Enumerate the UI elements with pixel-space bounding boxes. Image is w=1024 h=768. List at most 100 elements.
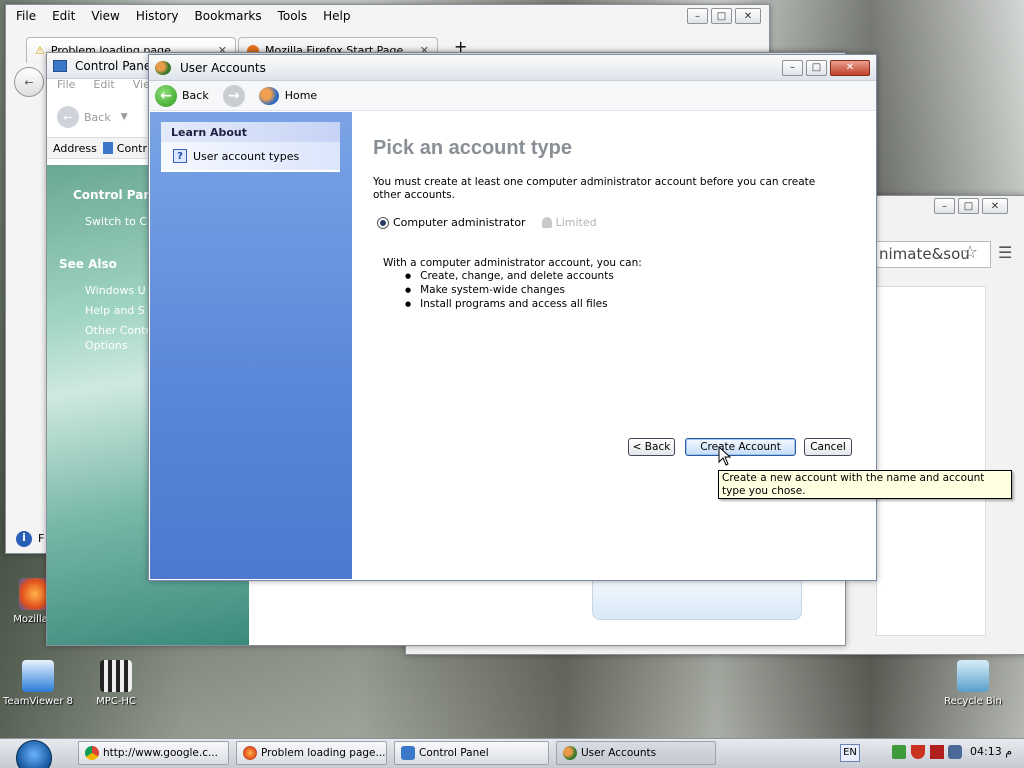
see-also-windows-update[interactable]: Windows U <box>85 284 146 297</box>
control-panel-icon <box>401 746 415 760</box>
capabilities-list: Create, change, and delete accounts Make… <box>405 270 614 312</box>
instruction-text: You must create at least one computer ad… <box>373 176 816 201</box>
control-panel-icon <box>53 59 67 72</box>
recycle-bin-icon <box>957 660 989 692</box>
ua-nav-bar: ← Back → Home <box>149 81 876 111</box>
user-accounts-window: User Accounts – □ ✕ ← Back → Home Learn … <box>148 54 877 581</box>
learn-about-heading: Learn About <box>161 122 340 142</box>
firefox-back-button[interactable]: ← <box>14 67 44 97</box>
cancel-button[interactable]: Cancel <box>804 438 852 456</box>
cp-back-button[interactable]: ← Back ▼ <box>57 106 128 128</box>
maximize-button[interactable]: □ <box>958 198 979 214</box>
language-indicator[interactable]: EN <box>840 744 860 762</box>
firefox-menubar: File Edit View History Bookmarks Tools H… <box>6 5 769 27</box>
radio-label-administrator[interactable]: Computer administrator <box>393 216 526 229</box>
minimize-button[interactable]: – <box>934 198 955 214</box>
ua-home-button[interactable]: Home <box>258 86 318 105</box>
help-icon: ? <box>173 149 187 163</box>
mouse-cursor-icon <box>718 446 732 466</box>
desktop-icon-teamviewer[interactable]: TeamViewer 8 <box>3 660 73 707</box>
back-arrow-icon: ← <box>155 84 177 107</box>
create-account-button[interactable]: Create Account <box>685 438 796 456</box>
volume-icon[interactable] <box>948 745 962 759</box>
taskbar-item-control-panel[interactable]: Control Panel <box>394 741 549 765</box>
ua-left-pane: Learn About ? User account types <box>150 112 352 579</box>
desktop-icon-label: Recycle Bin <box>944 696 1002 707</box>
limited-user-icon <box>541 217 552 228</box>
close-button[interactable]: ✕ <box>735 8 761 24</box>
minimize-button[interactable]: – <box>782 59 803 76</box>
user-accounts-icon <box>155 60 171 75</box>
menu-help[interactable]: Help <box>323 9 350 23</box>
address-label: Address <box>53 141 97 155</box>
menu-edit[interactable]: Edit <box>93 78 114 91</box>
chrome-menu-icon[interactable]: ☰ <box>998 243 1012 262</box>
chrome-page-area <box>876 286 986 636</box>
radio-computer-administrator[interactable] <box>377 216 389 229</box>
account-type-options: Computer administrator Limited <box>377 216 597 229</box>
language-label: EN <box>843 747 857 758</box>
switch-view-link[interactable]: Switch to Cl <box>85 215 150 228</box>
see-also-options[interactable]: Options <box>85 339 127 352</box>
home-label: Home <box>284 89 318 102</box>
maximize-button[interactable]: □ <box>806 59 827 76</box>
page-title: Pick an account type <box>373 137 572 159</box>
shield-icon[interactable] <box>911 745 925 759</box>
taskbar-item-label: Control Panel <box>419 747 489 759</box>
taskbar-item-label: http://www.google.c... <box>103 747 218 759</box>
ua-back-button[interactable]: ← Back <box>155 84 209 107</box>
start-button[interactable] <box>16 740 52 768</box>
capabilities-intro: With a computer administrator account, y… <box>383 257 642 269</box>
chevron-down-icon[interactable]: ▼ <box>121 112 128 122</box>
learn-about-item[interactable]: ? User account types <box>161 142 340 170</box>
close-button[interactable]: ✕ <box>830 59 870 76</box>
firefox-window-controls: – □ ✕ <box>684 8 761 24</box>
list-item: Make system-wide changes <box>405 284 614 298</box>
desktop-icon-mpc-hc[interactable]: MPC-HC <box>81 660 151 707</box>
see-also-heading: See Also <box>59 257 117 271</box>
address-value[interactable]: Contr <box>117 142 147 155</box>
back-label: Back <box>182 89 209 102</box>
radio-label-limited: Limited <box>555 216 597 229</box>
menu-history[interactable]: History <box>136 9 179 23</box>
maximize-button[interactable]: □ <box>711 8 732 24</box>
warning-icon: ⚠ <box>35 44 45 57</box>
user-accounts-icon <box>563 746 577 760</box>
firefox-icon <box>243 746 257 760</box>
url-fragment: nimate&sou <box>879 245 970 263</box>
taskbar-item-chrome[interactable]: http://www.google.c... <box>78 741 229 765</box>
list-item: Create, change, and delete accounts <box>405 270 614 284</box>
menu-file[interactable]: File <box>16 9 36 23</box>
window-title: User Accounts <box>180 60 266 75</box>
back-label: Back <box>84 110 111 124</box>
bookmark-star-icon[interactable]: ☆ <box>962 242 978 263</box>
info-icon: i <box>16 531 32 547</box>
teamviewer-icon <box>22 660 54 692</box>
network-icon[interactable] <box>892 745 906 759</box>
menu-edit[interactable]: Edit <box>52 9 75 23</box>
close-button[interactable]: ✕ <box>982 198 1008 214</box>
see-also-help[interactable]: Help and S <box>85 304 145 317</box>
chrome-icon <box>85 746 99 760</box>
mpc-hc-icon <box>100 660 132 692</box>
taskbar-item-label: User Accounts <box>581 747 657 759</box>
tray-app-icon[interactable] <box>930 745 944 759</box>
chrome-window-controls: – □ ✕ <box>931 198 1008 214</box>
minimize-button[interactable]: – <box>687 8 708 24</box>
desktop-icon-recycle-bin[interactable]: Recycle Bin <box>938 660 1008 707</box>
learn-about-item-label: User account types <box>193 149 300 163</box>
menu-bookmarks[interactable]: Bookmarks <box>195 9 262 23</box>
taskbar-item-firefox[interactable]: Problem loading page... <box>236 741 387 765</box>
see-also-other[interactable]: Other Contr <box>85 324 150 337</box>
menu-view[interactable]: View <box>91 9 119 23</box>
forward-arrow-icon[interactable]: → <box>222 84 245 107</box>
menu-tools[interactable]: Tools <box>278 9 308 23</box>
learn-about-panel: Learn About ? User account types <box>161 122 340 172</box>
taskbar-item-label: Problem loading page... <box>261 747 386 759</box>
taskbar-item-user-accounts[interactable]: User Accounts <box>556 741 716 765</box>
status-text: F <box>38 532 45 545</box>
back-button[interactable]: < Back <box>628 438 675 456</box>
home-icon <box>258 86 279 105</box>
menu-file[interactable]: File <box>57 78 75 91</box>
list-item: Install programs and access all files <box>405 298 614 312</box>
